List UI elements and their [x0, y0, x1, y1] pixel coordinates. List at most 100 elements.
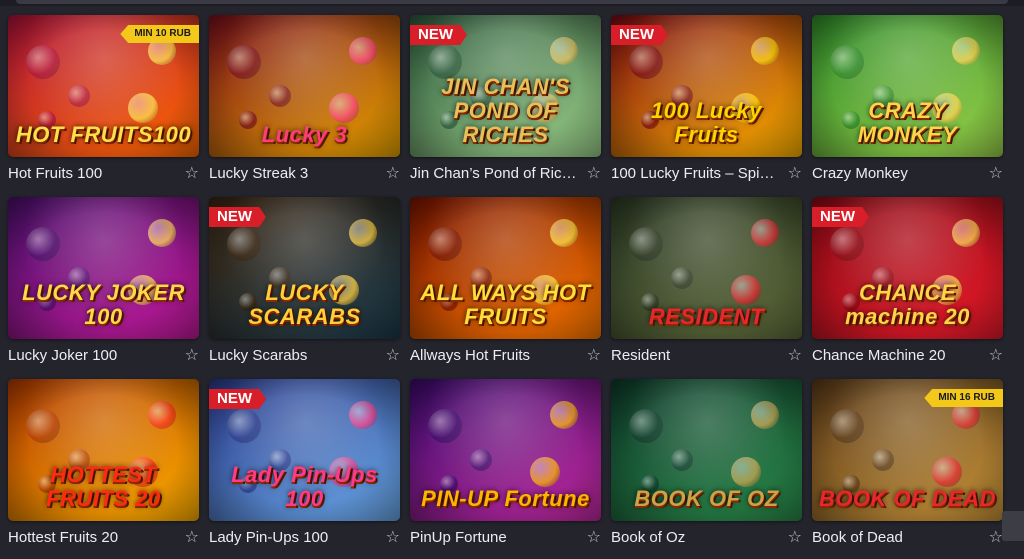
game-name[interactable]: Lucky Streak 3	[209, 165, 308, 183]
star-outline-icon[interactable]: ☆	[583, 165, 601, 183]
game-name[interactable]: Resident	[611, 347, 670, 365]
game-thumbnail[interactable]: HOT FRUITS100 MIN 10 RUB	[8, 15, 199, 157]
game-caption: Chance Machine 20 ☆	[812, 347, 1003, 365]
game-caption: Resident ☆	[611, 347, 802, 365]
game-caption: 100 Lucky Fruits – Spin O' Wheel ☆	[611, 165, 802, 183]
game-art-title: HOTTEST FRUITS 20	[46, 462, 161, 511]
game-caption: Lucky Scarabs ☆	[209, 347, 400, 365]
game-caption: Book of Oz ☆	[611, 529, 802, 547]
star-outline-icon[interactable]: ☆	[583, 529, 601, 547]
game-thumbnail[interactable]: BOOK OF OZ	[611, 379, 802, 521]
star-outline-icon[interactable]: ☆	[382, 347, 400, 365]
new-badge: NEW	[209, 389, 266, 409]
star-outline-icon[interactable]: ☆	[181, 347, 199, 365]
game-tile[interactable]: ALL WAYS HOT FRUITS Allways Hot Fruits ☆	[410, 197, 601, 365]
game-name[interactable]: Allways Hot Fruits	[410, 347, 530, 365]
game-tile[interactable]: 100 Lucky Fruits NEW 100 Lucky Fruits – Sp…	[611, 15, 802, 183]
game-name[interactable]: Jin Chan’s Pond of Riches	[410, 165, 578, 183]
star-outline-icon[interactable]: ☆	[784, 347, 802, 365]
top-strip	[16, 0, 1008, 4]
game-name[interactable]: Book of Dead	[812, 529, 903, 547]
game-art-title: LUCKY JOKER 100	[22, 280, 185, 329]
game-thumbnail[interactable]: CHANCE machine 20 NEW	[812, 197, 1003, 339]
game-thumbnail[interactable]: 100 Lucky Fruits NEW	[611, 15, 802, 157]
star-outline-icon[interactable]: ☆	[985, 347, 1003, 365]
game-art-title: BOOK OF OZ	[634, 486, 779, 511]
new-badge: NEW	[209, 207, 266, 227]
game-art-title: LUCKY SCARABS	[248, 280, 361, 329]
game-tile[interactable]: CRAZY MONKEY Crazy Monkey ☆	[812, 15, 1003, 183]
game-thumbnail[interactable]: HOTTEST FRUITS 20	[8, 379, 199, 521]
min-bet-badge: MIN 16 RUB	[924, 389, 1003, 407]
game-caption: Hot Fruits 100 ☆	[8, 165, 199, 183]
star-outline-icon[interactable]: ☆	[784, 529, 802, 547]
game-name[interactable]: Lucky Joker 100	[8, 347, 117, 365]
star-outline-icon[interactable]: ☆	[985, 529, 1003, 547]
game-tile[interactable]: LUCKY JOKER 100 Lucky Joker 100 ☆	[8, 197, 199, 365]
game-tile[interactable]: RESIDENT Resident ☆	[611, 197, 802, 365]
min-bet-badge: MIN 10 RUB	[120, 25, 199, 43]
star-outline-icon[interactable]: ☆	[382, 529, 400, 547]
new-badge: NEW	[611, 25, 668, 45]
game-caption: Lady Pin-Ups 100 ☆	[209, 529, 400, 547]
game-name[interactable]: Lucky Scarabs	[209, 347, 307, 365]
new-badge: NEW	[410, 25, 467, 45]
scroll-handle[interactable]	[1002, 511, 1024, 541]
game-caption: Crazy Monkey ☆	[812, 165, 1003, 183]
game-art-title: Lucky 3	[261, 122, 348, 147]
game-thumbnail[interactable]: ALL WAYS HOT FRUITS	[410, 197, 601, 339]
new-badge: NEW	[812, 207, 869, 227]
game-tile[interactable]: LUCKY SCARABS NEW Lucky Scarabs ☆	[209, 197, 400, 365]
games-grid: HOT FRUITS100 MIN 10 RUB Hot Fruits 100 ☆ Lu…	[8, 15, 1003, 547]
game-tile[interactable]: HOT FRUITS100 MIN 10 RUB Hot Fruits 100 ☆	[8, 15, 199, 183]
game-name[interactable]: Crazy Monkey	[812, 165, 908, 183]
game-caption: PinUp Fortune ☆	[410, 529, 601, 547]
game-art-title: JIN CHAN'S POND OF RICHES	[441, 74, 570, 147]
game-name[interactable]: 100 Lucky Fruits – Spin O' Wheel	[611, 165, 779, 183]
game-tile[interactable]: PIN-UP Fortune PinUp Fortune ☆	[410, 379, 601, 547]
game-thumbnail[interactable]: BOOK OF DEAD MIN 16 RUB	[812, 379, 1003, 521]
game-tile[interactable]: BOOK OF DEAD MIN 16 RUB Book of Dead ☆	[812, 379, 1003, 547]
game-caption: Book of Dead ☆	[812, 529, 1003, 547]
game-tile[interactable]: JIN CHAN'S POND OF RICHES NEW Jin Chan’s P…	[410, 15, 601, 183]
game-thumbnail[interactable]: CRAZY MONKEY	[812, 15, 1003, 157]
game-name[interactable]: PinUp Fortune	[410, 529, 507, 547]
game-thumbnail[interactable]: Lady Pin-Ups 100 NEW	[209, 379, 400, 521]
game-tile[interactable]: HOTTEST FRUITS 20 Hottest Fruits 20 ☆	[8, 379, 199, 547]
game-art-title: PIN-UP Fortune	[421, 486, 590, 511]
game-caption: Lucky Joker 100 ☆	[8, 347, 199, 365]
game-caption: Allways Hot Fruits ☆	[410, 347, 601, 365]
game-caption: Jin Chan’s Pond of Riches ☆	[410, 165, 601, 183]
star-outline-icon[interactable]: ☆	[181, 165, 199, 183]
game-name[interactable]: Book of Oz	[611, 529, 685, 547]
star-outline-icon[interactable]: ☆	[382, 165, 400, 183]
game-caption: Lucky Streak 3 ☆	[209, 165, 400, 183]
game-thumbnail[interactable]: Lucky 3	[209, 15, 400, 157]
game-thumbnail[interactable]: JIN CHAN'S POND OF RICHES NEW	[410, 15, 601, 157]
game-art-title: BOOK OF DEAD	[818, 486, 997, 511]
game-thumbnail[interactable]: PIN-UP Fortune	[410, 379, 601, 521]
game-caption: Hottest Fruits 20 ☆	[8, 529, 199, 547]
game-name[interactable]: Hottest Fruits 20	[8, 529, 118, 547]
star-outline-icon[interactable]: ☆	[985, 165, 1003, 183]
game-art-title: CHANCE machine 20	[845, 280, 970, 329]
game-art-title: CRAZY MONKEY	[857, 98, 958, 147]
top-bar	[0, 0, 1024, 6]
game-art-title: 100 Lucky Fruits	[651, 98, 762, 147]
game-tile[interactable]: Lucky 3 Lucky Streak 3 ☆	[209, 15, 400, 183]
game-thumbnail[interactable]: LUCKY SCARABS NEW	[209, 197, 400, 339]
game-tile[interactable]: Lady Pin-Ups 100 NEW Lady Pin-Ups 100 ☆	[209, 379, 400, 547]
game-art-title: HOT FRUITS100	[15, 122, 192, 147]
game-tile[interactable]: BOOK OF OZ Book of Oz ☆	[611, 379, 802, 547]
star-outline-icon[interactable]: ☆	[583, 347, 601, 365]
game-name[interactable]: Chance Machine 20	[812, 347, 945, 365]
game-thumbnail[interactable]: LUCKY JOKER 100	[8, 197, 199, 339]
game-name[interactable]: Hot Fruits 100	[8, 165, 102, 183]
game-name[interactable]: Lady Pin-Ups 100	[209, 529, 328, 547]
game-art-title: ALL WAYS HOT FRUITS	[420, 280, 591, 329]
game-thumbnail[interactable]: RESIDENT	[611, 197, 802, 339]
game-art-title: RESIDENT	[648, 304, 765, 329]
star-outline-icon[interactable]: ☆	[181, 529, 199, 547]
star-outline-icon[interactable]: ☆	[784, 165, 802, 183]
game-tile[interactable]: CHANCE machine 20 NEW Chance Machine 20 ☆	[812, 197, 1003, 365]
